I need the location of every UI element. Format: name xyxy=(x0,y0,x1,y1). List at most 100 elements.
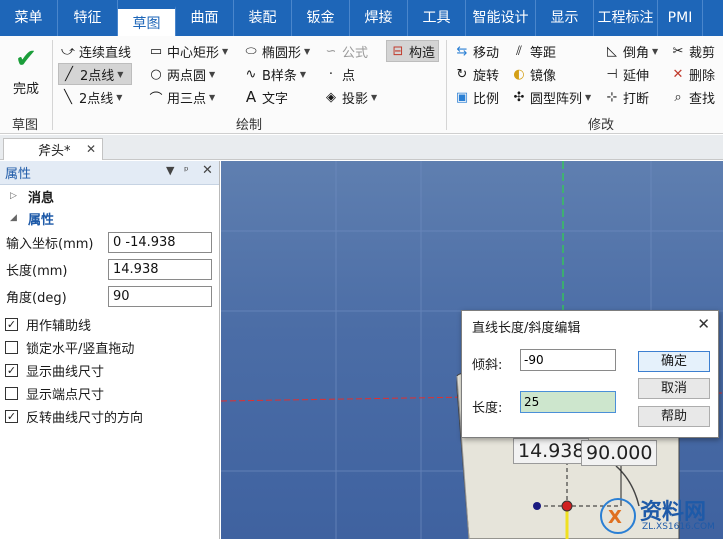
pin-icon[interactable]: ᵖ xyxy=(184,164,189,177)
close-icon[interactable]: ✕ xyxy=(697,315,710,333)
two-point-line-button[interactable]: ╱ 2点线 ▼ xyxy=(58,63,132,85)
chevron-down-icon: ▼ xyxy=(371,92,378,102)
ellipse-button[interactable]: ⬭ 椭圆形 ▼ xyxy=(243,40,310,62)
find-icon: ⌕ xyxy=(674,89,682,105)
checkbox-label: 用作辅助线 xyxy=(26,319,92,334)
menu-item-11[interactable]: PMI xyxy=(658,0,703,36)
unchecked-checkbox-icon[interactable] xyxy=(5,341,18,354)
menu-item-1[interactable]: 特征 xyxy=(58,0,118,36)
checkbox-row[interactable]: 锁定水平/竖直拖动 xyxy=(0,336,219,359)
checkbox-row[interactable]: ✓ 显示曲线尺寸 xyxy=(0,359,219,382)
property-input[interactable] xyxy=(108,286,212,307)
checkbox-label: 锁定水平/竖直拖动 xyxy=(26,342,135,357)
chevron-down-icon: ▼ xyxy=(652,46,659,56)
line-edit-dialog: 直线长度/斜度编辑 ✕ 倾斜: 长度: 确定 取消 帮助 xyxy=(461,310,719,438)
slope-input[interactable] xyxy=(520,349,616,371)
array-icon: ✣ xyxy=(513,89,525,105)
rectangle-icon: ▭ xyxy=(149,43,163,59)
property-label: 输入坐标(mm) xyxy=(6,237,94,252)
chamfer-button[interactable]: ◺ 倒角 ▼ xyxy=(604,40,658,62)
arc-icon: ⌒ xyxy=(149,91,163,107)
checked-checkbox-icon[interactable]: ✓ xyxy=(5,410,18,423)
document-tab-bar: 斧头* ✕ xyxy=(0,135,723,160)
checkbox-row[interactable]: 显示端点尺寸 xyxy=(0,382,219,405)
move-button[interactable]: ⇆ 移动 xyxy=(454,40,499,62)
section-message[interactable]: ▷ 消息 xyxy=(0,185,219,207)
checkbox-row[interactable]: ✓ 反转曲线尺寸的方向 xyxy=(0,405,219,428)
chevron-down-icon: ▼ xyxy=(585,92,592,102)
length-input[interactable] xyxy=(520,391,616,413)
menu-item-9[interactable]: 显示 xyxy=(536,0,594,36)
watermark: X 资料网 ZL.XS1616.COM xyxy=(596,490,723,539)
break-button[interactable]: ⊹ 打断 xyxy=(604,86,649,108)
cancel-button[interactable]: 取消 xyxy=(638,378,710,399)
menu-item-8[interactable]: 智能设计 xyxy=(466,0,536,36)
diagonal-line-icon: ╲ xyxy=(64,89,72,105)
origin-marker xyxy=(561,500,573,512)
checked-checkbox-icon[interactable]: ✓ xyxy=(5,318,18,331)
move-icon: ⇆ xyxy=(456,43,468,59)
document-tab[interactable]: 斧头* ✕ xyxy=(3,138,103,160)
scale-button[interactable]: ▣ 比例 xyxy=(454,86,499,108)
length-dimension-label[interactable]: 14.938 xyxy=(513,438,590,464)
dropdown-icon[interactable]: ▼ xyxy=(166,164,174,177)
circular-array-button[interactable]: ✣ 圆型阵列 ▼ xyxy=(511,86,592,108)
chevron-down-icon: ▼ xyxy=(222,46,229,56)
formula-button[interactable]: ∽ 公式 xyxy=(323,40,368,62)
delete-button[interactable]: ✕ 删除 xyxy=(670,63,715,85)
extend-button[interactable]: ⊣ 延伸 xyxy=(604,63,649,85)
property-label: 长度(mm) xyxy=(6,264,68,279)
menu-item-5[interactable]: 钣金 xyxy=(292,0,350,36)
chevron-down-icon: ▼ xyxy=(304,46,311,56)
close-icon[interactable]: ✕ xyxy=(202,163,213,178)
trim-button[interactable]: ✂ 裁剪 xyxy=(670,40,715,62)
close-icon[interactable]: ✕ xyxy=(86,142,96,156)
checkbox-row[interactable]: ✓ 用作辅助线 xyxy=(0,313,219,336)
construct-icon: ⊟ xyxy=(392,43,404,59)
spline-icon: ∿ xyxy=(245,66,257,82)
menu-item-10[interactable]: 工程标注 xyxy=(594,0,658,36)
help-button[interactable]: 帮助 xyxy=(638,406,710,427)
menu-item-3[interactable]: 曲面 xyxy=(176,0,234,36)
svg-text:X: X xyxy=(608,507,622,528)
menu-item-4[interactable]: 装配 xyxy=(234,0,292,36)
two-point-circle-button[interactable]: ○ 两点圆 ▼ xyxy=(148,63,215,85)
text-button[interactable]: A 文字 xyxy=(243,86,288,108)
checkbox-label: 显示端点尺寸 xyxy=(26,388,105,403)
break-icon: ⊹ xyxy=(606,89,618,105)
check-button[interactable]: ⌕ 查找 xyxy=(670,86,715,108)
bspline-button[interactable]: ∿ B样条 ▼ xyxy=(243,63,307,85)
property-row: 输入坐标(mm) xyxy=(0,229,219,256)
offset-button[interactable]: ⫽ 等距 xyxy=(511,40,556,62)
project-button[interactable]: ◈ 投影 ▼ xyxy=(323,86,377,108)
point-button[interactable]: · 点 xyxy=(323,63,355,85)
two-point-line-alt-button[interactable]: ╲ 2点线 ▼ xyxy=(60,86,122,108)
three-point-arc-button[interactable]: ⌒ 用三点 ▼ xyxy=(148,86,215,108)
check-icon: ✔ xyxy=(15,44,37,74)
property-input[interactable] xyxy=(108,259,212,280)
angle-dimension-label[interactable]: 90.000 xyxy=(581,440,658,466)
construct-button[interactable]: ⊟ 构造 xyxy=(386,40,440,62)
dialog-title: 直线长度/斜度编辑 xyxy=(472,321,581,336)
collapse-icon: ◢ xyxy=(10,213,17,223)
menu-item-6[interactable]: 焊接 xyxy=(350,0,408,36)
menu-item-7[interactable]: 工具 xyxy=(408,0,466,36)
done-button[interactable]: ✔ 完成 xyxy=(8,44,44,108)
checked-checkbox-icon[interactable]: ✓ xyxy=(5,364,18,377)
property-row: 长度(mm) xyxy=(0,256,219,283)
rotate-button[interactable]: ↻ 旋转 xyxy=(454,63,499,85)
mirror-button[interactable]: ◐ 镜像 xyxy=(511,63,556,85)
checkbox-label: 显示曲线尺寸 xyxy=(26,365,105,380)
polyline-button[interactable]: ⤻ 连续直线 xyxy=(60,40,131,62)
center-rect-button[interactable]: ▭ 中心矩形 ▼ xyxy=(148,40,228,62)
ribbon-separator xyxy=(52,40,53,130)
slope-label: 倾斜: xyxy=(472,358,503,373)
ellipse-icon: ⬭ xyxy=(245,43,257,59)
menu-item-2[interactable]: 草图 xyxy=(118,6,176,36)
group-label-sketch: 草图 xyxy=(12,118,39,133)
property-input[interactable] xyxy=(108,232,212,253)
section-properties[interactable]: ◢ 属性 xyxy=(0,207,219,229)
ok-button[interactable]: 确定 xyxy=(638,351,710,372)
menu-item-0[interactable]: 菜单 xyxy=(0,0,58,36)
unchecked-checkbox-icon[interactable] xyxy=(5,387,18,400)
